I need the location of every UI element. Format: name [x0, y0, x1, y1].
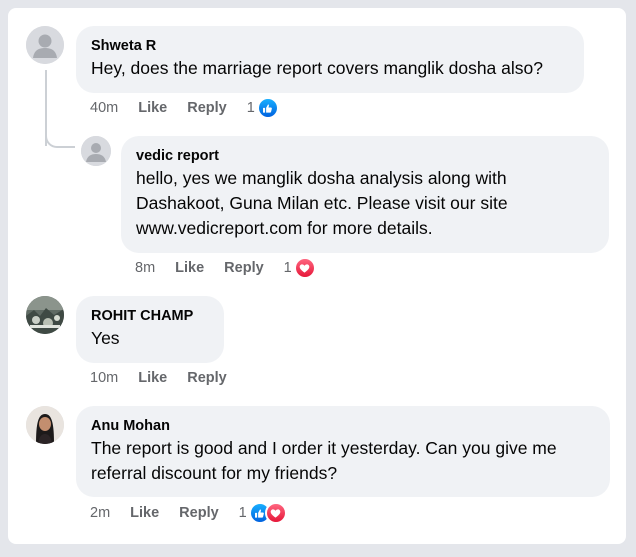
comment-actions: 10m Like Reply: [90, 368, 247, 388]
comment-time[interactable]: 8m: [135, 260, 155, 276]
like-button[interactable]: Like: [138, 370, 167, 386]
comment-author[interactable]: vedic report: [136, 146, 594, 166]
love-icon: [293, 257, 316, 279]
comment-bubble: Anu Mohan The report is good and I order…: [76, 406, 610, 497]
avatar-anu-mohan[interactable]: [26, 406, 64, 444]
photo-avatar: [26, 296, 64, 334]
reaction-count: 1: [283, 260, 292, 276]
reaction-summary[interactable]: 1: [239, 502, 287, 524]
like-button[interactable]: Like: [175, 260, 204, 276]
comment-actions: 8m Like Reply 1: [135, 257, 316, 279]
reply-button[interactable]: Reply: [179, 505, 219, 521]
reaction-count: 1: [238, 505, 247, 521]
default-avatar-icon: [81, 136, 111, 166]
comment-time[interactable]: 10m: [90, 370, 118, 386]
like-icon: [256, 97, 279, 119]
comment-text-line: The report is good and I order it yester…: [91, 438, 557, 458]
comment-text-line: www.vedicreport.com for more details.: [136, 218, 433, 238]
comment-bubble: Shweta R Hey, does the marriage report c…: [76, 26, 584, 93]
reply-button[interactable]: Reply: [187, 100, 227, 116]
like-button[interactable]: Like: [138, 100, 167, 116]
comment-text-line: Dashakoot, Guna Milan etc. Please visit …: [136, 193, 508, 213]
comment-text: Hey, does the marriage report covers man…: [91, 58, 543, 78]
avatar-rohit-champ[interactable]: [26, 296, 64, 334]
comment-actions: 40m Like Reply 1: [90, 97, 279, 119]
comment-author[interactable]: Shweta R: [91, 36, 569, 56]
avatar-vedic-report[interactable]: [81, 136, 111, 166]
comment-bubble: ROHIT CHAMP Yes: [76, 296, 224, 363]
comment-text-line: referral discount for my friends?: [91, 463, 338, 483]
avatar-shweta-r[interactable]: [26, 26, 64, 64]
comment-time[interactable]: 40m: [90, 100, 118, 116]
comment-time[interactable]: 2m: [90, 505, 110, 521]
reaction-summary[interactable]: 1: [247, 97, 279, 119]
reply-button[interactable]: Reply: [187, 370, 227, 386]
like-button[interactable]: Like: [130, 505, 159, 521]
default-avatar-icon: [26, 26, 64, 64]
comment-bubble: vedic report hello, yes we manglik dosha…: [121, 136, 609, 253]
comment-actions: 2m Like Reply 1: [90, 502, 287, 524]
love-icon: [264, 502, 287, 524]
photo-avatar: [26, 406, 64, 444]
comment-author[interactable]: ROHIT CHAMP: [91, 306, 209, 326]
reply-button[interactable]: Reply: [224, 260, 264, 276]
comment-text: Yes: [91, 328, 120, 348]
reaction-summary[interactable]: 1: [284, 257, 316, 279]
comment-text-line: hello, yes we manglik dosha analysis alo…: [136, 168, 507, 188]
comment-author[interactable]: Anu Mohan: [91, 416, 595, 436]
thread-connector-curve: [45, 116, 75, 148]
reaction-count: 1: [246, 100, 255, 116]
